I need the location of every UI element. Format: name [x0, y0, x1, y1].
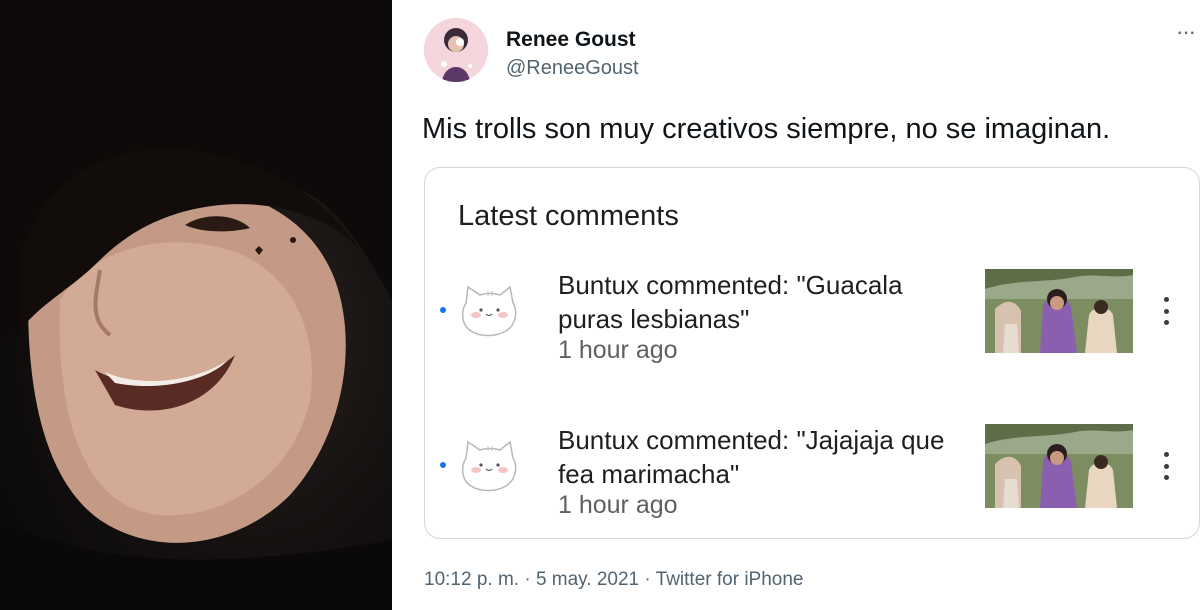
cat-avatar-icon: [461, 440, 517, 492]
embedded-screenshot-card[interactable]: Latest comments Buntux commented: "Guaca…: [424, 167, 1200, 539]
profile-photo: [0, 0, 392, 610]
more-horizontal-icon[interactable]: ···: [1176, 21, 1200, 46]
comment-time: 1 hour ago: [558, 336, 678, 364]
video-thumbnail[interactable]: [985, 424, 1133, 508]
comment-text: Buntux commented: "Guacala puras lesbian…: [558, 270, 903, 334]
tweet-text: Mis trolls son muy creativos siempre, no…: [422, 113, 1111, 145]
card-title: Latest comments: [458, 200, 679, 232]
unread-dot: [440, 462, 446, 468]
comment-time: 1 hour ago: [558, 491, 678, 519]
unread-dot: [440, 307, 446, 313]
cat-avatar-icon: [461, 285, 517, 337]
more-vertical-icon[interactable]: [1161, 452, 1171, 480]
comment-text: Buntux commented: "Jajajaja que fea mari…: [558, 425, 945, 489]
comment-item[interactable]: Buntux commented: "Guacala puras lesbian…: [425, 263, 1199, 373]
panel-divider: [392, 0, 400, 610]
tweet-timestamp[interactable]: 10:12 p. m. · 5 may. 2021 · Twitter for …: [424, 569, 803, 591]
author-avatar[interactable]: [424, 18, 488, 82]
tweet: Renee Goust @ReneeGoust ··· Mis trolls s…: [400, 0, 1200, 610]
author-name[interactable]: Renee Goust: [506, 28, 636, 52]
comment-item[interactable]: Buntux commented: "Jajajaja que fea mari…: [425, 418, 1199, 528]
author-handle[interactable]: @ReneeGoust: [506, 57, 639, 80]
video-thumbnail[interactable]: [985, 269, 1133, 353]
more-vertical-icon[interactable]: [1161, 297, 1171, 325]
